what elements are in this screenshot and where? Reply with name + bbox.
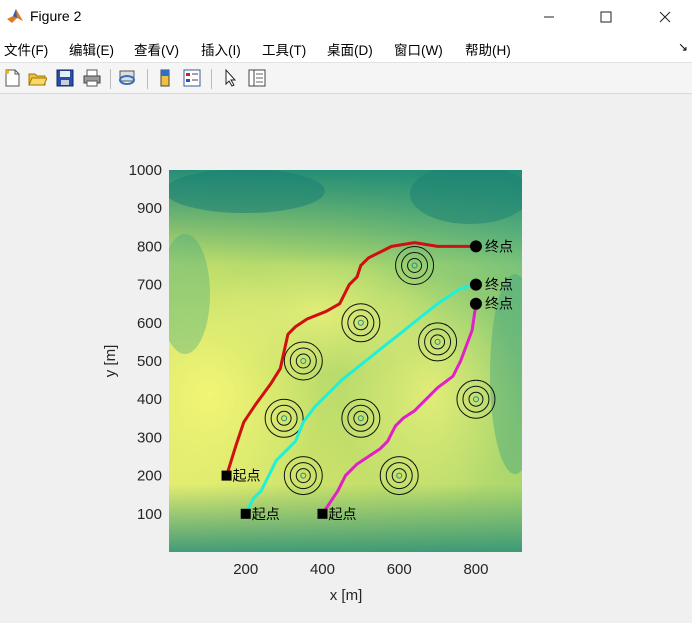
y-tick-label: 100 [137,506,162,523]
toolbar [0,63,692,94]
menu-tools[interactable]: 工具(T) [262,39,306,59]
y-tick-label: 200 [137,468,162,485]
save-icon[interactable] [55,68,75,88]
open-file-icon[interactable] [27,68,48,88]
toolbar-separator [211,69,212,89]
end-label: 终点 [485,238,513,254]
link-icon[interactable] [118,68,138,88]
start-marker [221,470,232,481]
menu-insert[interactable]: 插入(I) [201,39,241,59]
start-label: 起点 [252,506,280,522]
menu-window[interactable]: 窗口(W) [394,39,443,59]
terrain-heatmap [169,170,522,552]
end-label: 终点 [485,277,513,293]
y-tick-label: 300 [137,429,162,446]
matlab-logo-icon [6,7,24,25]
y-tick-label: 900 [137,200,162,217]
x-axis-label: x [m] [330,587,363,604]
end-label: 终点 [485,296,513,312]
y-tick-label: 800 [137,238,162,255]
pointer-icon[interactable] [221,68,241,88]
toolbar-separator [110,69,111,89]
x-tick-label: 800 [463,561,488,578]
title-bar: Figure 2 [0,0,692,34]
y-tick-label: 1000 [129,162,162,179]
maximize-button[interactable] [583,0,629,34]
y-tick-label: 600 [137,315,162,332]
start-label: 起点 [328,506,356,522]
close-button[interactable] [642,0,688,34]
colorbar-icon[interactable] [155,68,175,88]
end-marker [469,240,482,253]
x-tick-label: 400 [310,561,335,578]
menu-dock-arrow-icon[interactable]: ↘ [678,40,688,54]
figure-canvas: 起点 起点 起点 终点 终点 终点 200 400 600 800 100 200 300 400 500… [0,94,692,618]
menu-help[interactable]: 帮助(H) [465,39,511,59]
toolbar-separator [147,69,148,89]
menu-view[interactable]: 查看(V) [134,39,179,59]
legend-icon[interactable] [182,68,202,88]
y-tick-label: 400 [137,391,162,408]
start-label: 起点 [233,468,261,484]
menu-file[interactable]: 文件(F) [4,39,48,59]
print-icon[interactable] [82,68,102,88]
menu-edit[interactable]: 编辑(E) [69,39,114,59]
start-marker [240,508,251,519]
window-title: Figure 2 [30,8,82,24]
minimize-icon [544,16,554,18]
new-figure-icon[interactable] [2,68,22,88]
property-inspector-icon[interactable] [247,68,267,88]
y-tick-label: 700 [137,277,162,294]
x-tick-label: 200 [233,561,258,578]
plot-axes[interactable]: 起点起点 起点终点终点终点 200 400 600 800100200300400500… [0,94,692,618]
maximize-icon [600,11,612,23]
x-tick-label: 600 [387,561,412,578]
y-axis-label: y [m] [102,345,119,378]
start-marker [317,508,328,519]
end-marker [469,297,482,310]
close-icon [659,11,671,23]
menu-desktop[interactable]: 桌面(D) [327,39,373,59]
end-marker [469,278,482,291]
minimize-button[interactable] [526,0,572,34]
y-tick-label: 500 [137,353,162,370]
menu-bar: 文件(F) 编辑(E) 查看(V) 插入(I) 工具(T) 桌面(D) 窗口(W… [0,34,692,63]
